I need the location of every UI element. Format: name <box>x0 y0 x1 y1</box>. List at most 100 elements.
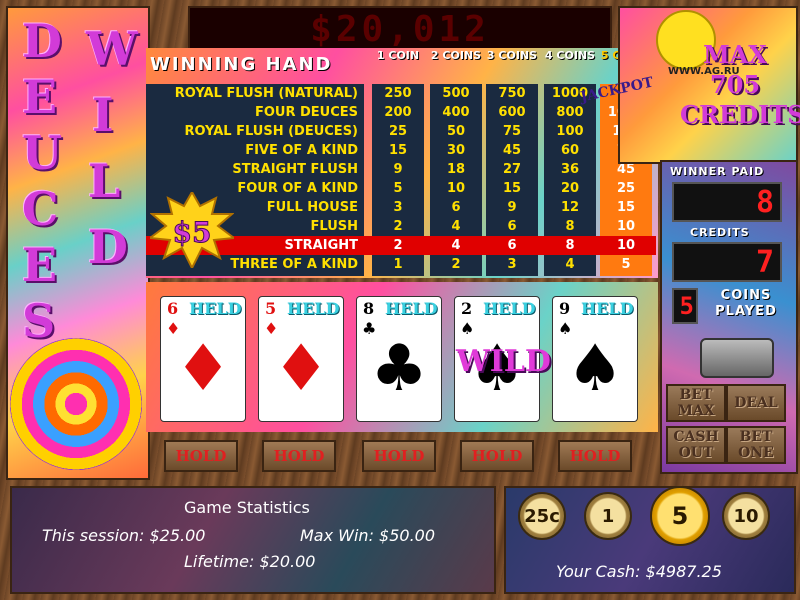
paytable-payout: 20 <box>560 181 580 196</box>
paytable-payout: 8 <box>565 219 575 234</box>
card-rank: 6 <box>167 299 179 318</box>
paytable-hand-name: STRAIGHT FLUSH <box>232 162 358 177</box>
your-cash: Your Cash: $4987.25 <box>556 562 722 581</box>
paytable-payout: 6 <box>507 238 517 253</box>
hold-button[interactable]: HOLD <box>460 440 534 472</box>
paytable-payout: 3 <box>393 200 403 215</box>
winner-paid-label: WINNER PAID <box>670 165 765 178</box>
paytable-payout: 50 <box>446 124 466 139</box>
held-label: HELD <box>287 299 340 318</box>
mandala-decoration <box>10 338 142 470</box>
bet-max-button[interactable]: BET MAX <box>666 384 726 422</box>
bet-one-button[interactable]: BET ONE <box>726 426 786 464</box>
paytable-payout: 2 <box>451 257 461 272</box>
paytable-payout: 100 <box>556 124 584 139</box>
card-suit-large: ♠ <box>566 332 624 406</box>
column-header: 4 COINS <box>544 49 596 62</box>
jackpot-display: $20,012 <box>188 6 612 52</box>
paytable-payout: 12 <box>560 200 580 215</box>
paytable-payout: 18 <box>446 162 466 177</box>
denomination-25c-button[interactable]: 25c <box>518 492 566 540</box>
column-header: 2 COINS <box>430 49 482 62</box>
paytable-payout: 45 <box>502 143 522 158</box>
card-suit-large: ♦ <box>272 332 330 406</box>
coins-played-value: 5 <box>679 292 694 320</box>
paytable-payout: 5 <box>621 257 631 272</box>
title-letter: E <box>22 70 58 124</box>
paytable-payout: 3 <box>507 257 517 272</box>
coin-tray-icon <box>700 338 774 378</box>
card-rank: 8 <box>363 299 375 318</box>
card-suit-large: ♣ <box>370 332 428 406</box>
paytable-payout: 9 <box>393 162 403 177</box>
paytable-header: WINNING HAND <box>150 54 333 75</box>
hold-button[interactable]: HOLD <box>558 440 632 472</box>
held-label: HELD <box>581 299 634 318</box>
paytable-payout: 36 <box>560 162 580 177</box>
hold-button[interactable]: HOLD <box>262 440 336 472</box>
paytable-hand-name: FOUR DEUCES <box>254 105 358 120</box>
paytable-payout: 10 <box>446 181 466 196</box>
paytable-payout: 1 <box>393 257 403 272</box>
winner-paid-meter: 8 <box>672 182 782 222</box>
paytable-payout: 30 <box>446 143 466 158</box>
title-letter: D <box>88 220 128 274</box>
denomination-10-button[interactable]: 10 <box>722 492 770 540</box>
hold-button[interactable]: HOLD <box>362 440 436 472</box>
paytable-payout: 15 <box>616 200 636 215</box>
title-panel: D E U C E S W I L D <box>6 6 150 480</box>
paytable-payout: 250 <box>384 86 412 101</box>
paytable-hand-name: ROYAL FLUSH (NATURAL) <box>174 86 358 101</box>
paytable-payout: 2 <box>393 238 403 253</box>
held-label: HELD <box>189 299 242 318</box>
column-header: 1 COIN <box>376 49 420 62</box>
paytable-payout: 10 <box>616 238 636 253</box>
playing-card[interactable]: 8 ♣ HELD ♣ <box>356 296 442 422</box>
stats-session: This session: $25.00 <box>42 526 206 545</box>
paytable-payout: 10 <box>616 219 636 234</box>
card-rank: 5 <box>265 299 277 318</box>
title-letter: L <box>88 154 121 208</box>
paytable-payout: 15 <box>388 143 408 158</box>
title-letter: I <box>92 88 114 142</box>
title-letter: S <box>22 294 56 348</box>
playing-card[interactable]: 6 ♦ HELD ♦ <box>160 296 246 422</box>
paytable-payout: 45 <box>616 162 636 177</box>
paytable-payout: 4 <box>565 257 575 272</box>
coins-played-label: COINS PLAYED <box>715 288 777 319</box>
credits-label: CREDITS <box>690 226 750 239</box>
paytable-payout: 25 <box>388 124 408 139</box>
paytable-payout: 400 <box>442 105 470 120</box>
playing-card[interactable]: 5 ♦ HELD ♦ <box>258 296 344 422</box>
paytable-payout: 750 <box>498 86 526 101</box>
site-url: WWW.AG.RU <box>668 66 740 77</box>
title-letter: D <box>22 14 62 68</box>
coins-played-meter: 5 <box>672 288 698 324</box>
paytable-payout: 4 <box>451 219 461 234</box>
held-label: HELD <box>385 299 438 318</box>
paytable-payout: 600 <box>498 105 526 120</box>
bet-badge-label: $5 <box>173 216 212 249</box>
denomination-1-button[interactable]: 1 <box>584 492 632 540</box>
hold-button[interactable]: HOLD <box>164 440 238 472</box>
stats-title: Game Statistics <box>184 498 310 517</box>
max-credits-logo: MAX 705 CREDITS <box>680 40 800 130</box>
paytable-payout: 2 <box>393 219 403 234</box>
jackpot-amount: $20,012 <box>310 8 490 50</box>
cash-out-button[interactable]: CASH OUT <box>666 426 726 464</box>
logo-credits: CREDITS <box>680 100 800 129</box>
paytable-payout: 200 <box>384 105 412 120</box>
deal-button[interactable]: DEAL <box>726 384 786 422</box>
stats-lifetime: Lifetime: $20.00 <box>184 552 316 571</box>
paytable-payout: 6 <box>507 219 517 234</box>
paytable-payout: 6 <box>451 200 461 215</box>
card-rank: 2 <box>461 299 473 318</box>
card-rank: 9 <box>559 299 571 318</box>
paytable-payout: 9 <box>507 200 517 215</box>
paytable-payout: 60 <box>560 143 580 158</box>
denomination-5-button[interactable]: 5 <box>650 486 710 546</box>
playing-card[interactable]: 9 ♠ HELD ♠ <box>552 296 638 422</box>
paytable-payout: 800 <box>556 105 584 120</box>
paytable-payout: 75 <box>502 124 522 139</box>
paytable-payout: 25 <box>616 181 636 196</box>
